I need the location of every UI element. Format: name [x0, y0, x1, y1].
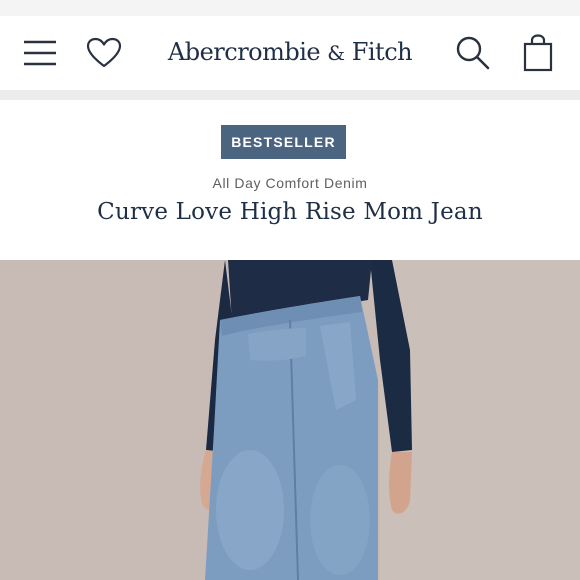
model-photo-illustration	[0, 260, 580, 580]
brand-logo[interactable]: Abercrombie & Fitch	[140, 38, 440, 66]
product-image[interactable]	[0, 260, 580, 580]
heart-icon	[86, 37, 122, 68]
brand-name-first: Abercrombie	[167, 38, 321, 66]
brand-ampersand: &	[327, 41, 345, 65]
menu-icon	[24, 40, 56, 66]
header-divider	[0, 90, 580, 100]
search-button[interactable]	[452, 16, 494, 90]
product-title: Curve Love High Rise Mom Jean	[97, 199, 483, 225]
product-collection: All Day Comfort Denim	[212, 175, 368, 191]
product-info: BESTSELLER All Day Comfort Denim Curve L…	[0, 100, 580, 260]
shopping-bag-button[interactable]	[518, 16, 558, 90]
bestseller-badge: BESTSELLER	[221, 125, 346, 159]
brand-name-last: Fitch	[351, 38, 413, 66]
wishlist-button[interactable]	[82, 16, 126, 90]
top-strip	[0, 0, 580, 16]
shopping-bag-icon	[523, 34, 553, 72]
menu-button[interactable]	[18, 16, 62, 90]
search-icon	[456, 36, 490, 70]
site-header: Abercrombie & Fitch	[0, 16, 580, 90]
